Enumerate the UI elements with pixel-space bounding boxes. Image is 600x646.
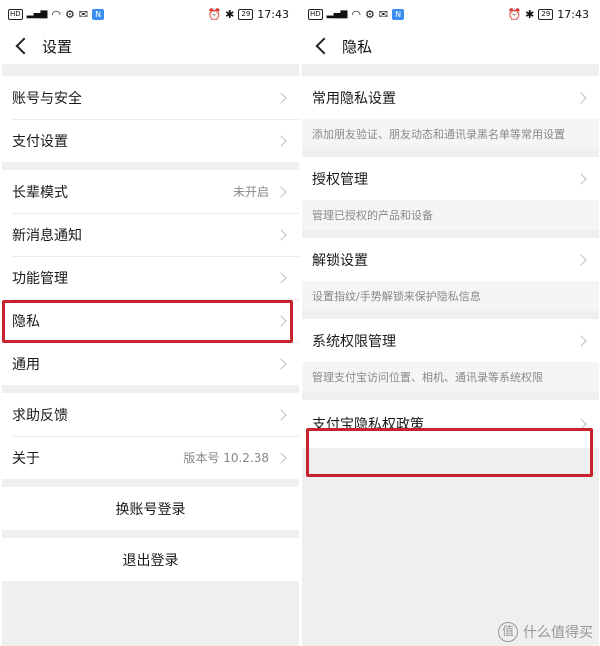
chevron-right-icon [275, 228, 287, 241]
watermark-text: 什么值得买 [523, 625, 593, 641]
bluetooth-icon: ✱ [225, 7, 235, 21]
settings-item-general[interactable]: 通用 [2, 342, 299, 385]
settings-item-payment[interactable]: 支付设置 [2, 119, 299, 162]
chevron-right-icon [575, 172, 587, 185]
notification-badge-icon: N [92, 8, 105, 20]
status-bar: HD ▂▄▆ ◠ ⚙ ✉ N ⏰ ✱ 29 17:43 [302, 0, 599, 28]
chevron-right-icon [275, 408, 287, 421]
signal-icon: ▂▄▆ [326, 9, 348, 19]
switch-account-button[interactable]: 换账号登录 [2, 487, 299, 530]
privacy-item-label: 系统权限管理 [312, 333, 396, 350]
notification-badge-icon: N [392, 8, 405, 20]
watermark: 值 什么值得买 [498, 622, 593, 642]
hd-indicator: HD [8, 8, 23, 20]
chevron-right-icon [275, 271, 287, 284]
page-title: 设置 [42, 37, 73, 56]
gear-icon: ⚙ [365, 7, 375, 21]
settings-item-label: 通用 [12, 356, 40, 373]
status-time: 17:43 [257, 7, 289, 21]
chevron-right-icon [275, 357, 287, 370]
privacy-item-authorization[interactable]: 授权管理 [302, 157, 599, 200]
hd-indicator: HD [308, 8, 323, 20]
privacy-item-label: 支付宝隐私权政策 [312, 417, 424, 433]
privacy-screen: HD ▂▄▆ ◠ ⚙ ✉ N ⏰ ✱ 29 17:43 隐私 常用隐私设置 添加… [302, 0, 599, 646]
settings-screen: HD ▂▄▆ ◠ ⚙ ✉ N ⏰ ✱ 29 17:43 设置 账号与安全 支付设… [2, 0, 299, 646]
logout-button[interactable]: 退出登录 [2, 538, 299, 581]
battery-indicator: 29 [238, 8, 254, 20]
back-arrow-icon[interactable] [15, 37, 33, 55]
chevron-right-icon [275, 451, 287, 464]
message-icon: ✉ [78, 7, 89, 21]
settings-item-label: 关于 [12, 450, 40, 467]
message-icon: ✉ [378, 7, 389, 21]
privacy-item-label: 授权管理 [312, 171, 368, 188]
privacy-item-description: 管理支付宝访问位置、相机、通讯录等系统权限 [302, 362, 599, 392]
page-title: 隐私 [342, 37, 373, 56]
wifi-icon: ◠ [351, 7, 362, 21]
alarm-icon: ⏰ [207, 7, 222, 21]
privacy-item-label: 常用隐私设置 [312, 90, 396, 107]
version-number: 版本号 10.2.38 [183, 451, 269, 465]
settings-item-label: 支付设置 [12, 133, 68, 150]
chevron-right-icon [275, 134, 287, 147]
chevron-right-icon [575, 91, 587, 104]
privacy-item-description: 管理已授权的产品和设备 [302, 200, 599, 230]
settings-item-label: 账号与安全 [12, 90, 82, 107]
watermark-logo-icon: 值 [498, 622, 518, 642]
status-time: 17:43 [557, 7, 589, 21]
gear-icon: ⚙ [65, 7, 75, 21]
settings-item-label: 求助反馈 [12, 407, 68, 424]
privacy-item-unlock-settings[interactable]: 解锁设置 [302, 238, 599, 281]
chevron-right-icon [575, 334, 587, 347]
settings-item-elder-mode[interactable]: 长辈模式 未开启 [2, 170, 299, 213]
settings-item-help-feedback[interactable]: 求助反馈 [2, 393, 299, 436]
settings-item-account-security[interactable]: 账号与安全 [2, 76, 299, 119]
chevron-right-icon [275, 314, 287, 327]
alarm-icon: ⏰ [507, 7, 522, 21]
chevron-right-icon [275, 185, 287, 198]
privacy-item-privacy-policy[interactable]: 支付宝隐私权政策 [302, 400, 599, 448]
settings-item-label: 长辈模式 [12, 184, 68, 201]
chevron-right-icon [275, 91, 287, 104]
bluetooth-icon: ✱ [525, 7, 535, 21]
settings-item-label: 新消息通知 [12, 227, 82, 244]
nav-bar: 隐私 [302, 28, 599, 64]
privacy-item-label: 解锁设置 [312, 252, 368, 269]
privacy-item-description: 设置指纹/手势解锁来保护隐私信息 [302, 281, 599, 311]
battery-indicator: 29 [538, 8, 554, 20]
settings-item-privacy[interactable]: 隐私 [2, 299, 299, 342]
settings-item-label: 功能管理 [12, 270, 68, 287]
privacy-item-description: 添加朋友验证、朋友动态和通讯录黑名单等常用设置 [302, 119, 599, 149]
settings-item-feature-management[interactable]: 功能管理 [2, 256, 299, 299]
back-arrow-icon[interactable] [315, 37, 333, 55]
chevron-right-icon [575, 253, 587, 266]
settings-item-value: 未开启 [232, 185, 269, 199]
signal-icon: ▂▄▆ [26, 9, 48, 19]
nav-bar: 设置 [2, 28, 299, 64]
wifi-icon: ◠ [51, 7, 62, 21]
privacy-item-common-settings[interactable]: 常用隐私设置 [302, 76, 599, 119]
status-bar: HD ▂▄▆ ◠ ⚙ ✉ N ⏰ ✱ 29 17:43 [2, 0, 299, 28]
privacy-item-system-permissions[interactable]: 系统权限管理 [302, 319, 599, 362]
settings-item-label: 隐私 [12, 313, 40, 330]
settings-item-notifications[interactable]: 新消息通知 [2, 213, 299, 256]
chevron-right-icon [575, 418, 587, 430]
settings-item-about[interactable]: 关于 版本号 10.2.38 [2, 436, 299, 479]
